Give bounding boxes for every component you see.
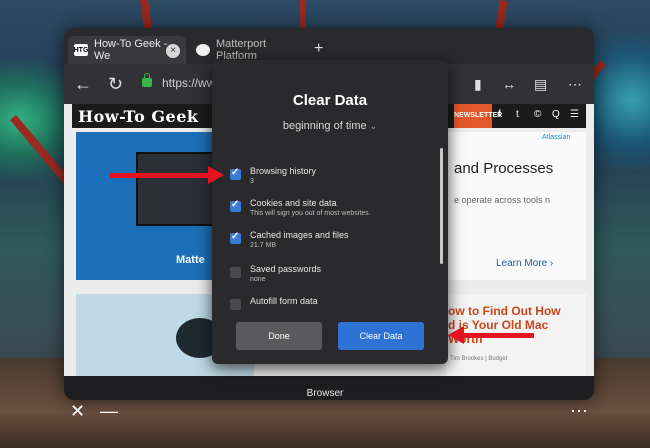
option-detail: 3	[250, 178, 254, 185]
reload-icon[interactable]: ↻	[108, 74, 123, 94]
newsletter-button[interactable]: NEWSLETTER	[454, 104, 502, 128]
twitter-icon[interactable]: t	[516, 109, 519, 120]
dialog-scrollbar[interactable]	[440, 148, 443, 264]
checkbox-unchecked[interactable]	[230, 267, 241, 278]
menu-icon[interactable]: ☰	[570, 109, 579, 120]
minimize-icon[interactable]: —	[100, 402, 118, 420]
option-detail: This will sign you out of most websites.	[250, 210, 371, 217]
tab-bar: HTG How-To Geek - We × Matterport Platfo…	[64, 28, 594, 64]
close-icon[interactable]: ✕	[70, 402, 85, 420]
more-options-icon[interactable]: ⋯	[570, 402, 588, 420]
facebook-icon[interactable]: f	[498, 109, 501, 120]
lock-icon	[142, 73, 152, 87]
tab-title: Matterport Platform	[215, 38, 267, 62]
bookmark-icon[interactable]: ▮	[474, 74, 482, 94]
article-author: Tim Brookes | Budget	[450, 356, 508, 362]
option-detail: none	[250, 276, 266, 283]
article-title: ow to Find Out How d is Your Old Mac Wor…	[448, 304, 561, 346]
annotation-arrow-right	[110, 166, 224, 184]
resize-width-icon[interactable]: ↔	[502, 74, 516, 94]
site-icon[interactable]: ©	[534, 109, 541, 120]
htg-favicon-icon: HTG	[74, 44, 88, 56]
browser-label: Browser	[306, 388, 344, 399]
checkbox-checked[interactable]	[230, 167, 241, 180]
ad-subtitle: e operate across tools n	[454, 195, 551, 205]
ad-logo: Atlassian	[542, 134, 571, 141]
time-range-dropdown[interactable]: beginning of time ⌄	[212, 120, 448, 132]
site-logo[interactable]: How-To Geek	[78, 107, 198, 126]
checkbox-checked[interactable]	[230, 231, 241, 244]
new-tab-button[interactable]: +	[314, 40, 323, 58]
chevron-down-icon: ⌄	[369, 121, 378, 131]
option-label: Autofill form data	[250, 296, 318, 306]
checkbox-unchecked[interactable]	[230, 299, 241, 310]
checkbox-checked[interactable]	[230, 199, 241, 212]
annotation-arrow-left	[448, 326, 534, 344]
learn-more-label: Learn More	[496, 258, 548, 269]
matterport-favicon-icon	[196, 44, 210, 56]
back-arrow-icon[interactable]: ←	[74, 74, 92, 94]
option-label: Cookies and site data	[250, 198, 337, 208]
learn-more-link[interactable]: Learn More ›	[496, 258, 553, 269]
ad-title: and Processes	[454, 160, 554, 177]
dialog-title: Clear Data	[292, 92, 368, 109]
tab-howtogeek[interactable]: HTG How-To Geek - We ×	[68, 36, 186, 64]
option-label: Cached images and files	[250, 230, 349, 240]
close-tab-icon[interactable]: ×	[166, 44, 180, 58]
reader-mode-icon[interactable]: ▤	[534, 74, 547, 94]
time-range-value: beginning of time	[282, 120, 367, 132]
option-label: Browsing history	[250, 166, 317, 176]
clear-data-button[interactable]: Clear Data	[338, 322, 424, 350]
ad-card[interactable]: Atlassian and Processes e operate across…	[446, 132, 586, 280]
more-options-icon[interactable]: ⋯	[568, 74, 582, 94]
done-button[interactable]: Done	[236, 322, 322, 350]
card-brand: Matte	[176, 254, 205, 266]
option-label: Saved passwords	[250, 264, 322, 274]
clear-data-dialog: Clear Data beginning of time⌄ Browsing h…	[212, 60, 448, 364]
search-icon[interactable]: Q	[552, 109, 560, 120]
option-detail: 21.7 MB	[250, 242, 277, 249]
